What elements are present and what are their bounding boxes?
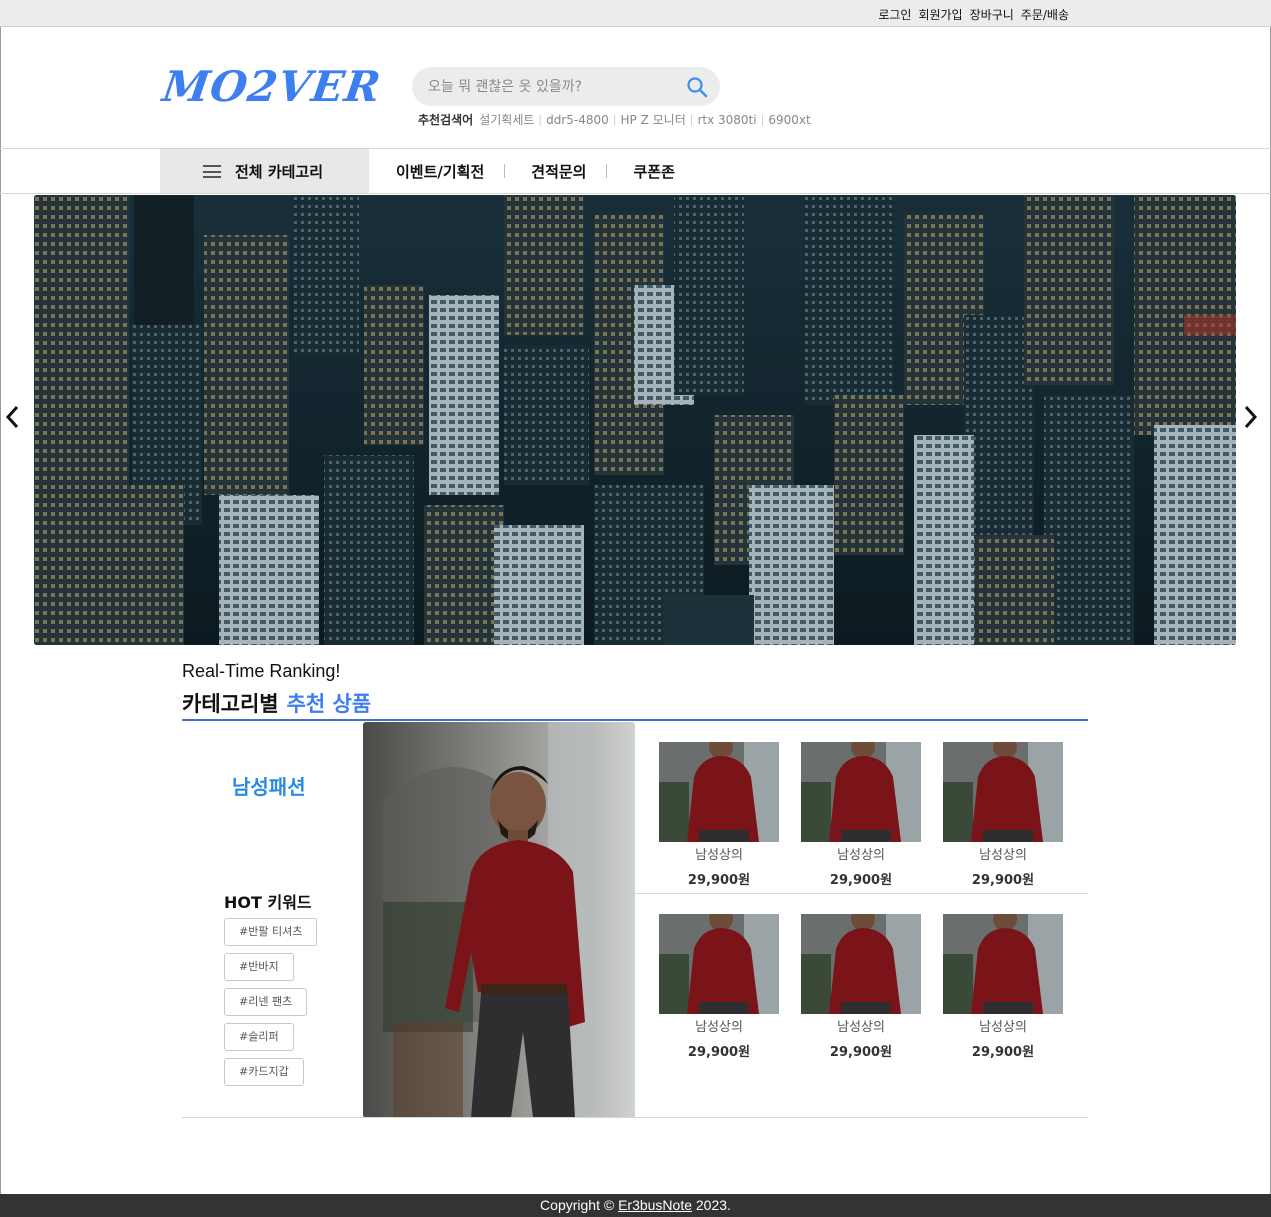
nav-divider [606, 164, 608, 178]
section-underline [182, 719, 1088, 721]
main-nav: 전체 카테고리 이벤트/기획전 견적문의 쿠폰존 [0, 148, 1271, 194]
keyword-tag[interactable]: #슬리퍼 [224, 1023, 294, 1051]
product-name: 남성상의 [837, 848, 885, 863]
orders-link[interactable]: 주문/배송 [1021, 6, 1069, 23]
nav-menu: 이벤트/기획전 견적문의 쿠폰존 [396, 149, 675, 193]
signup-link[interactable]: 회원가입 [918, 6, 962, 23]
search-icon[interactable] [686, 76, 708, 98]
hero-banner[interactable] [34, 195, 1236, 645]
section-bottom-border [182, 1117, 1088, 1118]
product-price: 29,900원 [971, 1045, 1035, 1060]
hot-keyword-tags: #반팔 티셔츠 #반바지 #리넨 팬츠 #슬리퍼 #카드지갑 [224, 918, 318, 1093]
nav-divider [504, 164, 506, 178]
product-name: 남성상의 [979, 848, 1027, 863]
product-card[interactable]: 남성상의 29,900원 [943, 742, 1063, 888]
product-thumbnail[interactable] [659, 742, 779, 842]
product-card[interactable]: 남성상의 29,900원 [801, 914, 921, 1060]
product-thumbnail[interactable] [801, 742, 921, 842]
separator: | [689, 113, 694, 126]
grid-divider [635, 893, 1088, 894]
model-photo [363, 722, 635, 1118]
search-box [412, 67, 720, 106]
recommend-keyword[interactable]: 설기획세트 [479, 111, 534, 128]
recommend-keyword[interactable]: rtx 3080ti [697, 113, 756, 127]
all-category-label: 전체 카테고리 [235, 162, 324, 181]
product-name: 남성상의 [695, 848, 743, 863]
recommend-keyword[interactable]: 6900xt [768, 113, 810, 127]
category-name[interactable]: 남성패션 [232, 771, 306, 800]
product-card[interactable]: 남성상의 29,900원 [943, 914, 1063, 1060]
featured-model-image[interactable] [363, 722, 635, 1118]
footer: Copyright © Er3busNote 2023. [0, 1194, 1271, 1217]
product-thumbnail[interactable] [659, 914, 779, 1014]
login-link[interactable]: 로그인 [878, 6, 911, 23]
product-name: 남성상의 [837, 1020, 885, 1035]
product-price: 29,900원 [687, 1045, 751, 1060]
keyword-tag[interactable]: #반팔 티셔츠 [224, 918, 318, 946]
all-category-button[interactable]: 전체 카테고리 [160, 149, 369, 193]
product-thumbnail[interactable] [943, 742, 1063, 842]
keyword-tag[interactable]: #반바지 [224, 953, 294, 981]
nav-item-coupons[interactable]: 쿠폰존 [633, 161, 674, 182]
product-card[interactable]: 남성상의 29,900원 [659, 742, 779, 888]
separator: | [612, 113, 617, 126]
section-title-accent: 추천 상품 [286, 692, 372, 716]
keyword-tag[interactable]: #카드지갑 [224, 1058, 304, 1086]
footer-copyright: Copyright © [540, 1197, 615, 1213]
footer-year: 2023. [695, 1197, 731, 1213]
logo[interactable]: MO2VER [160, 62, 385, 111]
utility-links: 로그인 회원가입 장바구니 주문/배송 [878, 6, 1069, 23]
recommend-keyword[interactable]: HP Z 모니터 [621, 111, 686, 128]
recommend-label: 추천검색어 [418, 113, 474, 127]
separator: | [538, 113, 543, 126]
product-card[interactable]: 남성상의 29,900원 [659, 914, 779, 1060]
section-title: 카테고리별 추천 상품 [182, 688, 371, 718]
product-price: 29,900원 [829, 873, 893, 888]
section-title-main: 카테고리별 [182, 692, 279, 716]
product-thumbnail[interactable] [943, 914, 1063, 1014]
product-card[interactable]: 남성상의 29,900원 [801, 742, 921, 888]
hot-keywords-title: HOT 키워드 [224, 893, 312, 912]
utility-bar: 로그인 회원가입 장바구니 주문/배송 [0, 0, 1271, 27]
city-skyline-image [34, 195, 1236, 645]
product-name: 남성상의 [979, 1020, 1027, 1035]
product-thumbnail[interactable] [801, 914, 921, 1014]
cart-link[interactable]: 장바구니 [970, 6, 1014, 23]
search-input[interactable] [428, 76, 678, 98]
product-price: 29,900원 [971, 873, 1035, 888]
keyword-tag[interactable]: #리넨 팬츠 [224, 988, 308, 1016]
ranking-subtitle: Real-Time Ranking! [182, 661, 341, 681]
product-price: 29,900원 [687, 873, 751, 888]
nav-item-quote[interactable]: 견적문의 [531, 161, 586, 182]
footer-author-link[interactable]: Er3busNote [618, 1197, 692, 1213]
hamburger-icon [203, 165, 221, 178]
product-name: 남성상의 [695, 1020, 743, 1035]
product-price: 29,900원 [829, 1045, 893, 1060]
recommended-keywords: 추천검색어 설기획세트 | ddr5-4800 | HP Z 모니터 | rtx… [418, 111, 811, 128]
product-grid: 남성상의 29,900원 남성상의 29,900원 남성상의 29,900원 남… [635, 722, 1088, 1117]
nav-item-events[interactable]: 이벤트/기획전 [396, 161, 484, 182]
recommend-keyword[interactable]: ddr5-4800 [546, 113, 609, 127]
chevron-left-icon[interactable] [3, 402, 23, 432]
chevron-right-icon[interactable] [1241, 402, 1261, 432]
separator: | [760, 113, 765, 126]
